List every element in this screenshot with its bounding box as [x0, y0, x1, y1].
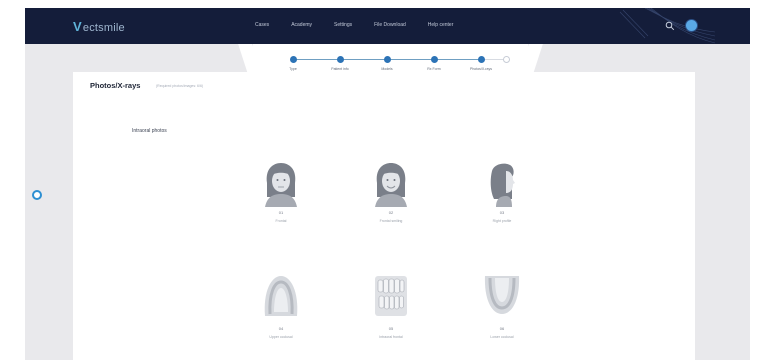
search-icon[interactable] — [665, 21, 675, 31]
photo-number: 04 — [278, 326, 284, 331]
step-label-type: Type — [289, 67, 297, 71]
nav-item-academy[interactable]: Academy — [291, 22, 312, 28]
step-label-photos-xrays: Photos/X-rays — [470, 67, 492, 71]
step-dot-next[interactable] — [503, 56, 510, 63]
face-smiling-icon — [375, 163, 407, 207]
photo-number: 06 — [499, 326, 505, 331]
avatar-icon[interactable] — [686, 20, 697, 31]
photo-label: Lower occlusal — [490, 335, 514, 339]
photo-number: 01 — [278, 210, 284, 215]
step-dot-type[interactable] — [290, 56, 297, 63]
photo-label: Frontal smiling — [379, 219, 403, 223]
step-label-patient-info: Patient info — [331, 67, 349, 71]
page-subtitle: (Required photos/images: 6/6) — [156, 84, 204, 88]
step-dot-models[interactable] — [384, 56, 391, 63]
photo-label: Frontal — [275, 219, 287, 223]
step-dot-rx-form[interactable] — [431, 56, 438, 63]
ring-icon[interactable] — [32, 190, 42, 200]
photo-number: 03 — [499, 210, 505, 215]
photo-slot-intraoral-frontal[interactable]: 05 Intraoral frontal — [346, 272, 436, 360]
photo-slot-frontal-smiling[interactable]: 02 Frontal smiling — [346, 161, 436, 251]
nav-item-settings[interactable]: Settings — [334, 22, 352, 28]
step-label-models: Models — [381, 67, 393, 71]
page-title: Photos/X-rays — [90, 81, 141, 90]
app-window: Vectsmile Cases Academy Settings File Do… — [25, 8, 750, 360]
photo-slot-right-profile[interactable]: 03 Right profile — [457, 161, 547, 251]
teeth-frontal-icon — [375, 276, 407, 316]
step-label-rx-form: Rx Form — [427, 67, 441, 71]
photo-slot-upper-occlusal[interactable]: 04 Upper occlusal — [236, 272, 326, 360]
photo-number: 05 — [388, 326, 394, 331]
top-navigation-bar: Vectsmile Cases Academy Settings File Do… — [25, 8, 750, 44]
step-dot-patient-info[interactable] — [337, 56, 344, 63]
main-nav: Cases Academy Settings File Download Hel… — [255, 22, 475, 28]
lower-arch-icon — [484, 276, 520, 314]
photo-slot-frontal[interactable]: 01 Frontal — [236, 161, 326, 251]
face-frontal-icon — [265, 163, 297, 207]
photos-panel: Photos/X-rays (Required photos/images: 6… — [73, 72, 695, 360]
upper-arch-icon — [264, 276, 298, 316]
photo-label: Intraoral frontal — [379, 335, 403, 339]
section-heading: Intraoral photos — [132, 128, 167, 134]
photo-label: Right profile — [492, 219, 512, 223]
brand-logo[interactable]: Vectsmile — [73, 19, 125, 34]
nav-item-help-center[interactable]: Help center — [428, 22, 454, 28]
stepper-line-pending — [483, 59, 503, 60]
nav-item-cases[interactable]: Cases — [255, 22, 269, 28]
photo-label: Upper occlusal — [269, 335, 293, 339]
step-dot-photos-xrays[interactable] — [478, 56, 485, 63]
photo-slot-lower-occlusal[interactable]: 06 Lower occlusal — [457, 272, 547, 360]
nav-item-file-download[interactable]: File Download — [374, 22, 406, 28]
face-profile-icon — [490, 163, 515, 207]
photo-number: 02 — [388, 210, 394, 215]
